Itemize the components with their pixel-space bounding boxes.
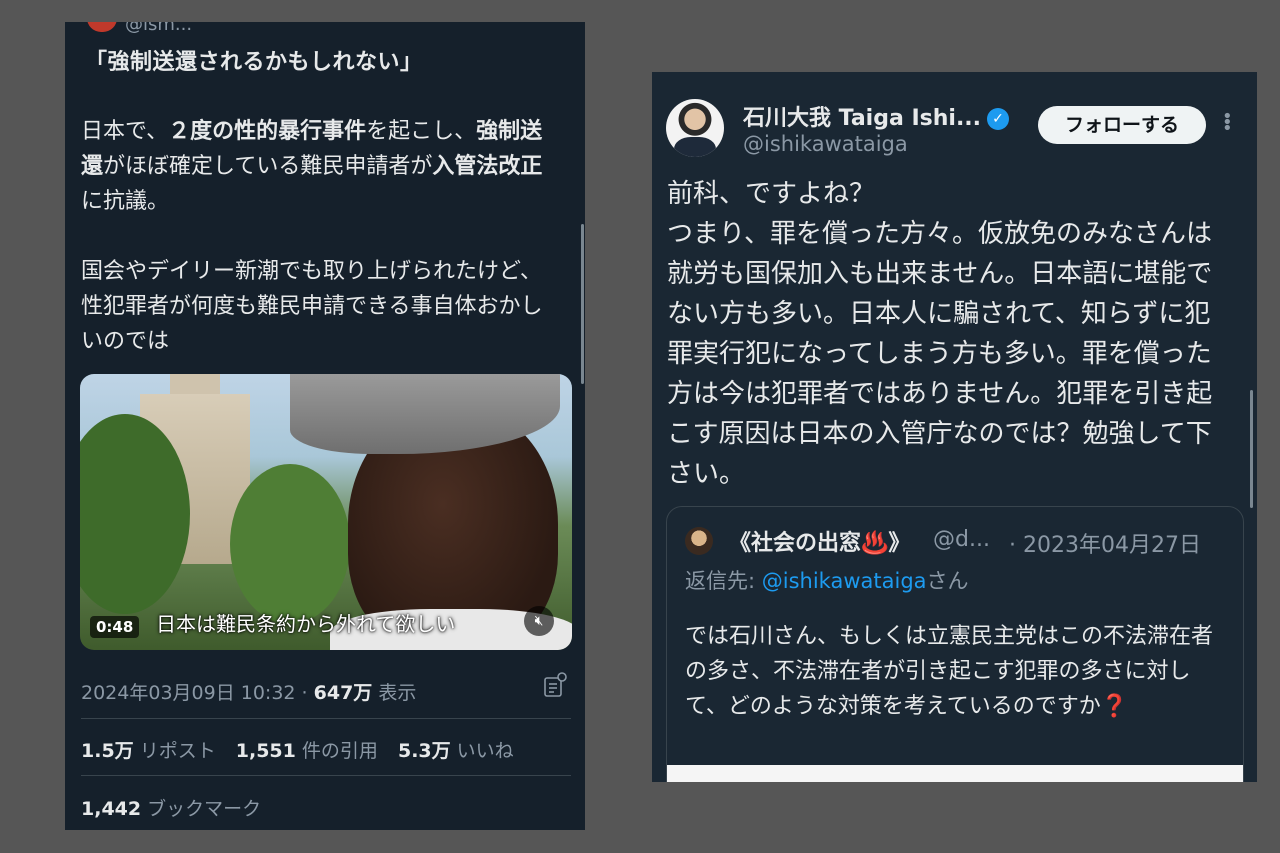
quotes-stat[interactable]: 1,551 件の引用 xyxy=(236,740,378,762)
tweet-meta: 2024年03月09日 10:32 · 647万 表示 xyxy=(81,682,417,704)
quoted-avatar xyxy=(685,527,713,555)
tweet-body: 日本で、２度の性的暴行事件を起こし、強制送還がほぼ確定している難民申請者が入管法… xyxy=(81,114,551,394)
quoted-author-name: 《社会の出窓♨️》 xyxy=(729,531,911,556)
views-count: 647万 xyxy=(313,682,373,704)
left-tweet-panel: @ism... 「強制送還されるかもしれない」 日本で、２度の性的暴行事件を起こ… xyxy=(65,22,585,830)
analytics-icon[interactable] xyxy=(543,672,567,697)
divider xyxy=(81,718,571,719)
tweet-headline: 「強制送還されるかもしれない」 xyxy=(85,50,423,75)
video-duration: 0:48 xyxy=(90,616,140,638)
likes-stat[interactable]: 5.3万 いいね xyxy=(398,740,514,762)
right-tweet-panel: 石川大我 Taiga Ishi... ✓ @ishikawataiga フォローす… xyxy=(652,72,1257,782)
author-handle-partial[interactable]: @ism... xyxy=(87,22,192,35)
author-name[interactable]: 石川大我 Taiga Ishi... ✓ xyxy=(743,100,1010,132)
quoted-tweet[interactable]: 《社会の出窓♨️》 @d... · 2023年04月27日 返信先: @ishi… xyxy=(666,506,1244,782)
bookmarks-stat[interactable]: 1,442 ブックマーク xyxy=(81,794,261,821)
video-player[interactable]: 0:48 日本は難民条約から外れて欲しい 🔇︎ xyxy=(80,374,572,650)
quoted-author-handle: @d... xyxy=(933,527,990,552)
engagement-stats: 1.5万 リポスト 1,551 件の引用 5.3万 いいね xyxy=(81,736,514,763)
tweet-paragraph-2: 国会やデイリー新潮でも取り上げられたけど、性犯罪者が何度も難民申請できる事自体お… xyxy=(81,259,543,354)
scrollbar[interactable] xyxy=(581,224,584,384)
timestamp[interactable]: 2024年03月09日 10:32 xyxy=(81,682,296,704)
reply-to-line: 返信先: @ishikawataigaさん xyxy=(685,569,969,593)
quoted-body: では石川さん、もしくは立憲民主党はこの不法滞在者の多さ、不法滞在者が引き起こす犯… xyxy=(685,624,1214,719)
divider xyxy=(81,775,571,776)
avatar[interactable] xyxy=(666,99,724,157)
mute-icon[interactable]: 🔇︎ xyxy=(524,606,554,636)
avatar[interactable] xyxy=(87,22,117,32)
quoted-media-preview[interactable] xyxy=(667,765,1243,782)
video-subtitle: 日本は難民条約から外れて欲しい xyxy=(156,612,456,636)
tweet-paragraph: 日本で、２度の性的暴行事件を起こし、強制送還がほぼ確定している難民申請者が入管法… xyxy=(81,119,543,214)
tweet-body: 前科、ですよね？ つまり、罪を償った方々。仮放免のみなさんは就労も国保加入も出来… xyxy=(667,179,1213,489)
more-options-icon[interactable]: • • • xyxy=(1222,108,1233,138)
reposts-stat[interactable]: 1.5万 リポスト xyxy=(81,740,216,762)
follow-button[interactable]: フォローする xyxy=(1038,106,1206,144)
reply-mention-link[interactable]: @ishikawataiga xyxy=(762,569,927,593)
verified-badge-icon: ✓ xyxy=(987,108,1010,130)
scrollbar[interactable] xyxy=(1250,390,1253,508)
tree xyxy=(230,464,350,624)
quoted-date: · 2023年04月27日 xyxy=(1009,533,1201,558)
author-handle[interactable]: @ishikawataiga xyxy=(743,132,908,156)
